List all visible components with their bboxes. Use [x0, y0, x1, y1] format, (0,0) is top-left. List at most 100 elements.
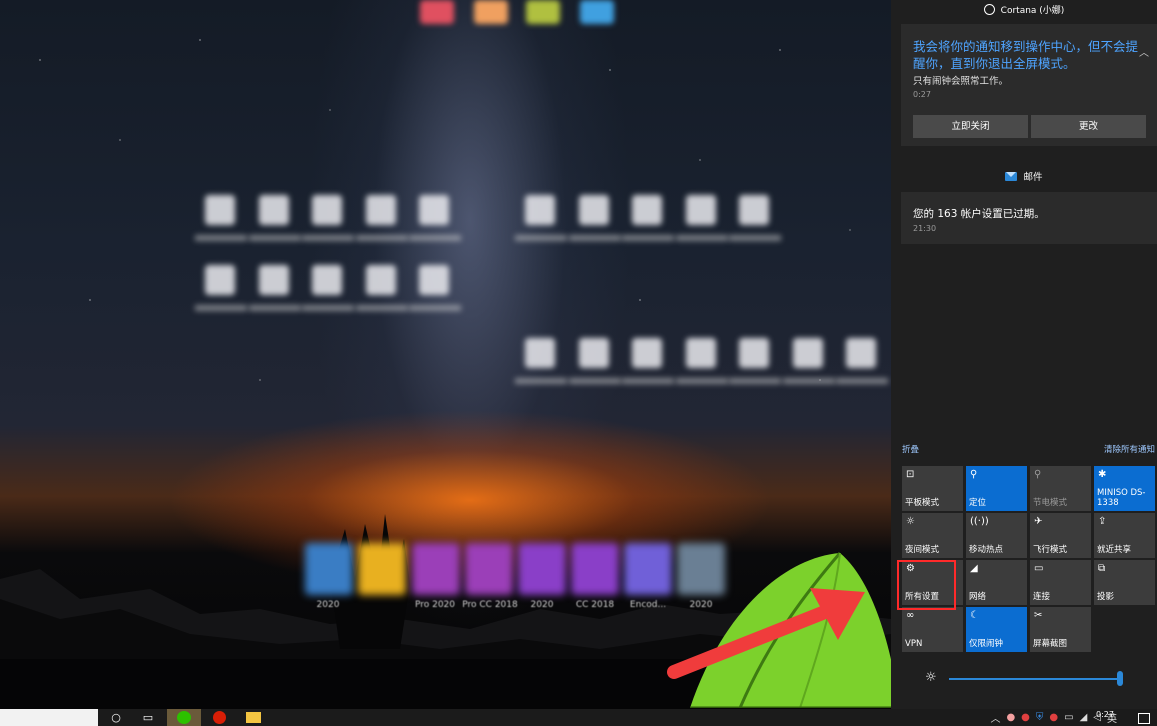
tile-label: 仅限闹钟 [969, 639, 1004, 649]
desktop-icon[interactable] [525, 195, 555, 225]
desktop-icon-label [568, 235, 621, 241]
desktop-icon-label [675, 235, 728, 241]
tile-icon: ☾ [970, 610, 979, 621]
mail-notification[interactable]: 您的 163 帐户设置已过期。 21:30 [901, 192, 1157, 244]
wifi-icon[interactable]: ◢ [1080, 712, 1088, 723]
desktop-icon[interactable] [312, 265, 342, 295]
desktop-icon-label [729, 235, 781, 241]
tray-app-icon[interactable]: ● [1006, 712, 1015, 723]
quick-action-tile[interactable]: ☼ 夜间模式 [902, 513, 963, 558]
brightness-slider-track[interactable] [949, 678, 1121, 680]
turn-off-now-button[interactable]: 立即关闭 [913, 115, 1028, 138]
app-icon[interactable] [571, 543, 619, 595]
desktop-icon-label [622, 235, 674, 241]
mail-group-header[interactable]: 邮件 [891, 168, 1157, 184]
taskbar-clock[interactable]: 0:27 [1090, 709, 1120, 721]
desktop-icon[interactable] [525, 338, 555, 368]
desktop-icon[interactable] [258, 265, 289, 295]
desktop-icon-label [409, 305, 461, 311]
app-icon[interactable] [305, 543, 353, 595]
desktop-icon[interactable] [846, 338, 876, 368]
collapse-link[interactable]: 折叠 [902, 443, 919, 455]
desktop-icon[interactable] [205, 195, 235, 225]
app-label: 2020 [316, 600, 340, 610]
desktop-icon-label [355, 235, 408, 241]
quick-action-tile[interactable]: ✈ 飞行模式 [1030, 513, 1091, 558]
notification-message: 我会将你的通知移到操作中心，但不会提醒你，直到你退出全屏模式。 [913, 39, 1139, 71]
tile-label: 连接 [1033, 592, 1051, 602]
app-icon[interactable] [358, 543, 406, 595]
tile-icon: ⚲ [1034, 469, 1042, 480]
chevron-up-icon[interactable]: ︿ [990, 710, 1000, 725]
quick-action-tile[interactable]: ✂ 屏幕截图 [1030, 607, 1091, 652]
desktop-icon-label [302, 305, 354, 311]
desktop-icon[interactable] [420, 0, 454, 24]
desktop-icon-label [195, 305, 247, 311]
desktop-icon[interactable] [578, 338, 609, 368]
tile-label: 投影 [1097, 592, 1115, 602]
desktop-icon[interactable] [578, 195, 609, 225]
desktop-icon[interactable] [258, 195, 289, 225]
cortana-title: Cortana (小娜) [1000, 5, 1065, 16]
file-explorer-icon[interactable] [243, 709, 263, 726]
taskbar-search-box[interactable] [0, 709, 98, 726]
quick-action-tile[interactable]: ⇪ 就近共享 [1094, 513, 1155, 558]
desktop-icon[interactable] [632, 195, 662, 225]
quick-action-tile[interactable]: ∞ VPN [902, 607, 963, 652]
notification-time: 0:27 [913, 90, 931, 99]
brightness-control: ☼ [921, 670, 1141, 686]
clear-all-notifications-link[interactable]: 清除所有通知 [1104, 443, 1155, 455]
desktop-icon[interactable] [739, 195, 769, 225]
mail-message: 您的 163 帐户设置已过期。 [913, 208, 1045, 220]
desktop-icon-label [195, 235, 247, 241]
task-view-icon[interactable]: ▭ [138, 709, 158, 726]
quick-action-tile[interactable]: ⚲ 节电模式 [1030, 466, 1091, 511]
desktop-icon[interactable] [419, 195, 449, 225]
tile-label: 移动热点 [969, 545, 1004, 555]
quick-action-tile[interactable]: ⚲ 定位 [966, 466, 1027, 511]
quick-action-tile[interactable]: ((·)) 移动热点 [966, 513, 1027, 558]
desktop-icon[interactable] [792, 338, 823, 368]
desktop-icon[interactable] [365, 195, 396, 225]
desktop-icon[interactable] [685, 195, 716, 225]
desktop-icon-label [355, 305, 408, 311]
desktop-icon[interactable] [419, 265, 449, 295]
quick-action-tile[interactable]: ▭ 连接 [1030, 560, 1091, 605]
tile-icon: ∞ [906, 610, 915, 621]
quick-action-tile[interactable]: ⊡ 平板模式 [902, 466, 963, 511]
wechat-taskbar-icon[interactable] [167, 709, 201, 726]
desktop-icon[interactable] [685, 338, 716, 368]
desktop-icon[interactable] [365, 265, 396, 295]
netease-music-icon[interactable] [209, 709, 229, 726]
tile-label: 飞行模式 [1033, 545, 1068, 555]
desktop-icon[interactable] [739, 338, 769, 368]
battery-icon[interactable]: ▭ [1064, 712, 1073, 723]
app-icon[interactable] [518, 543, 566, 595]
desktop-icon[interactable] [632, 338, 662, 368]
action-center-button[interactable] [1138, 713, 1150, 724]
change-button[interactable]: 更改 [1031, 115, 1146, 138]
search-icon[interactable]: ○ [106, 709, 126, 726]
focus-assist-notification[interactable]: 我会将你的通知移到操作中心，但不会提醒你，直到你退出全屏模式。 ︿ 只有闹钟会照… [901, 24, 1157, 146]
app-icon[interactable] [465, 543, 513, 595]
chevron-up-icon[interactable]: ︿ [1139, 44, 1149, 59]
tile-icon: ((·)) [970, 516, 989, 527]
quick-action-tile[interactable]: ⧉ 投影 [1094, 560, 1155, 605]
desktop-icon[interactable] [474, 0, 508, 24]
desktop-icon-label [302, 235, 354, 241]
shield-icon[interactable]: ⛨ [1036, 712, 1044, 723]
brightness-slider-thumb[interactable] [1117, 671, 1123, 686]
desktop-icon[interactable] [526, 0, 560, 24]
wechat-icon [177, 711, 191, 724]
app-icon[interactable] [412, 543, 460, 595]
tray-app-icon[interactable]: ● [1049, 712, 1058, 723]
cortana-header[interactable]: Cortana (小娜) [891, 0, 1157, 18]
desktop-icon[interactable] [205, 265, 235, 295]
tray-app-icon[interactable]: ● [1021, 712, 1030, 723]
desktop-icon[interactable] [312, 195, 342, 225]
quick-action-tile[interactable]: ✱ MINISO DS-1338 [1094, 466, 1155, 511]
desktop-icon[interactable] [580, 0, 614, 24]
quick-action-tile[interactable]: ◢ 网络 [966, 560, 1027, 605]
quick-action-tile[interactable]: ☾ 仅限闹钟 [966, 607, 1027, 652]
tile-label: 定位 [969, 498, 987, 508]
